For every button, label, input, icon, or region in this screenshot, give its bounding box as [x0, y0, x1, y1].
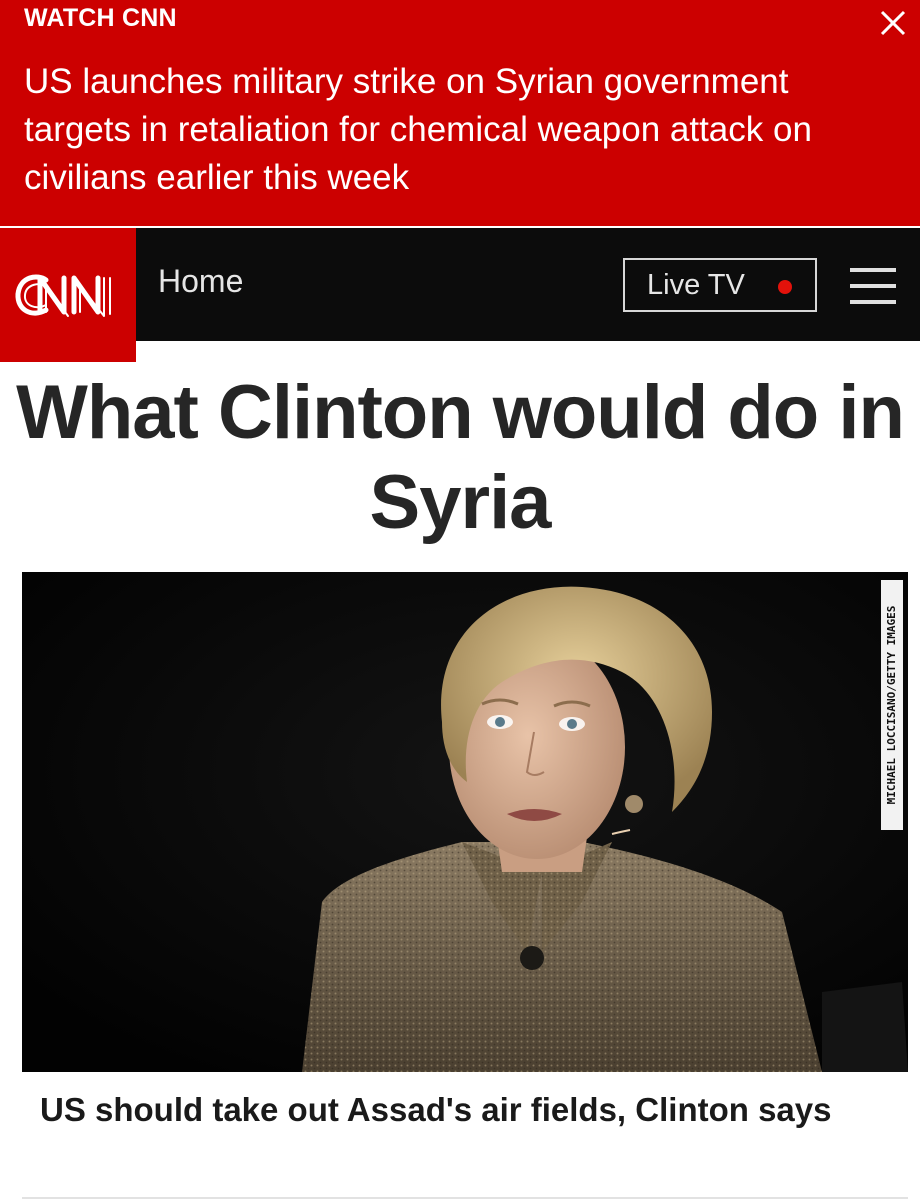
photo-credit: MICHAEL LOCCISANO/GETTY IMAGES — [881, 580, 905, 830]
page-title[interactable]: What Clinton would do in Syria — [0, 368, 920, 548]
live-indicator-icon — [778, 280, 792, 294]
section-divider — [22, 1197, 908, 1199]
breaking-news-banner[interactable]: WATCH CNN US launches military strike on… — [0, 0, 920, 226]
cnn-logo-mark — [15, 274, 111, 317]
article-caption-link[interactable]: US should take out Assad's air fields, C… — [40, 1086, 890, 1134]
breaking-news-headline[interactable]: US launches military strike on Syrian go… — [24, 58, 894, 202]
photo-credit-text: MICHAEL LOCCISANO/GETTY IMAGES — [881, 580, 903, 830]
live-tv-label: Live TV — [647, 269, 745, 301]
nav-home-link[interactable]: Home — [158, 263, 243, 300]
cnn-logo[interactable] — [0, 228, 136, 362]
clinton-portrait-image — [22, 572, 908, 1072]
live-tv-button[interactable]: Live TV — [623, 258, 817, 312]
watch-cnn-label[interactable]: WATCH CNN — [24, 4, 177, 33]
close-icon[interactable] — [872, 2, 914, 44]
hero-photo[interactable] — [22, 572, 908, 1072]
hamburger-menu-icon[interactable] — [848, 266, 898, 306]
